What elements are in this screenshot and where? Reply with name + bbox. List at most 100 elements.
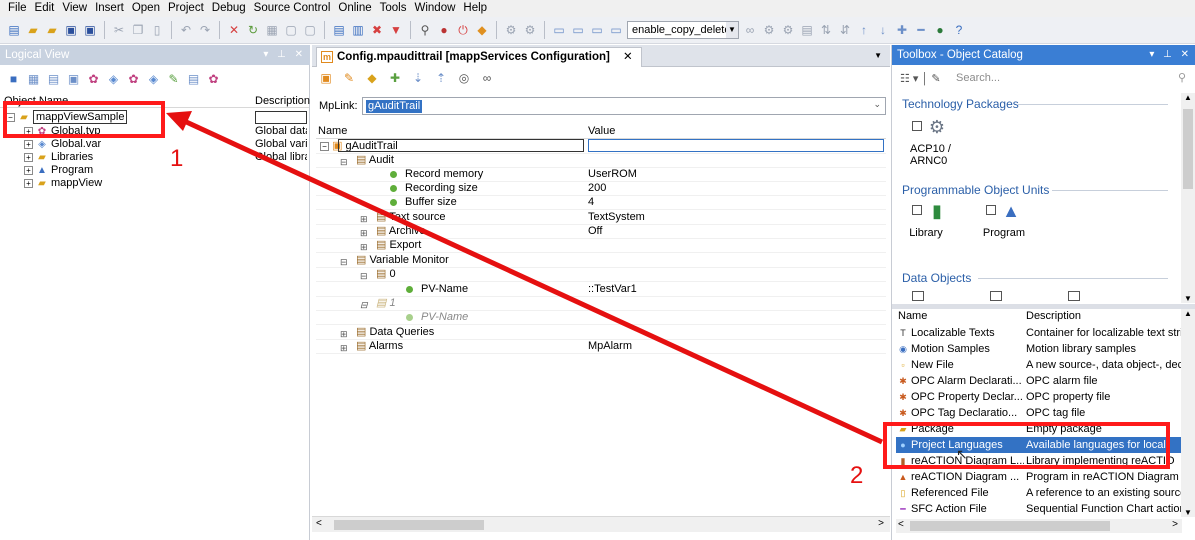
grid-row-audit[interactable]: ⊟ ▤ Audit xyxy=(316,153,886,168)
grid-row-gaudittrail[interactable]: − ▣ gAuditTrail xyxy=(316,139,886,154)
row-value[interactable]: Off xyxy=(588,224,602,238)
package-icon[interactable]: ■ xyxy=(6,71,21,86)
menu-debug[interactable]: Debug xyxy=(208,0,250,17)
link-icon[interactable]: ∞ xyxy=(479,70,495,86)
configuration-icon[interactable]: ▤ xyxy=(331,22,347,38)
window-icon[interactable]: ▭ xyxy=(551,22,567,38)
undo-icon[interactable]: ↶ xyxy=(178,22,194,38)
collapse-icon[interactable]: ⊟ xyxy=(360,298,373,310)
scroll-up-icon[interactable]: ▲ xyxy=(1184,93,1192,102)
category-data-objects[interactable]: Data Objects xyxy=(902,271,971,285)
grid-row-archive[interactable]: ⊞ ▤ Archive Off xyxy=(316,224,886,239)
arrow-down-icon[interactable]: ↓ xyxy=(875,22,891,38)
delete-icon[interactable]: ✕ xyxy=(226,22,242,38)
row-value-field[interactable] xyxy=(588,139,884,152)
scrollbar-thumb[interactable] xyxy=(910,521,1110,531)
save-icon[interactable]: ▣ xyxy=(63,22,79,38)
sort-down-icon[interactable]: ⇣ xyxy=(410,70,426,86)
copy-icon[interactable]: ❐ xyxy=(130,22,146,38)
open-project-icon[interactable]: ▰ xyxy=(44,22,60,38)
gear-icon[interactable]: ⚙ xyxy=(522,22,538,38)
new-project-icon[interactable]: ▤ xyxy=(6,22,22,38)
collapse-icon[interactable]: ⊟ xyxy=(340,155,353,167)
menu-insert[interactable]: Insert xyxy=(91,0,128,17)
datatype-icon[interactable]: ✿ xyxy=(86,71,101,86)
column-name[interactable]: Name xyxy=(898,310,927,322)
list-item-package[interactable]: ▰ Package Empty package xyxy=(896,421,1182,437)
grid-row-variable-monitor[interactable]: ⊟ ▤ Variable Monitor xyxy=(316,253,886,268)
edit-icon[interactable]: ◈ xyxy=(146,71,161,86)
checkbox[interactable] xyxy=(990,291,1002,301)
configuration-combo[interactable]: enable_copy_delete ▼ xyxy=(627,21,739,39)
collapse-icon[interactable]: ⊟ xyxy=(360,269,373,281)
globe-icon[interactable]: ● xyxy=(932,22,948,38)
scrollbar-thumb[interactable] xyxy=(334,520,484,530)
build-icon[interactable]: ▼ xyxy=(388,22,404,38)
tab-config-mpaudittrail[interactable]: m Config.mpaudittrail [mappServices Conf… xyxy=(316,47,642,67)
scroll-down-icon[interactable]: ▼ xyxy=(1184,508,1192,517)
tab-dropdown-icon[interactable]: ▼ xyxy=(874,51,882,60)
comment-icon[interactable]: ▭ xyxy=(589,22,605,38)
settings-a-icon[interactable]: ⚙ xyxy=(761,22,777,38)
grid-row-text-source[interactable]: ⊞ ▤ Text source TextSystem xyxy=(316,210,886,225)
list-item-opc-property[interactable]: ✱ OPC Property Declar... OPC property fi… xyxy=(896,389,1182,405)
tree-item-global-typ[interactable]: + ✿ Global.typ xyxy=(24,125,101,138)
category-programmable-object-units[interactable]: Programmable Object Units xyxy=(902,183,1049,197)
object-icon[interactable]: ✿ xyxy=(206,71,221,86)
redo-icon[interactable]: ↷ xyxy=(197,22,213,38)
element-icon[interactable]: ◆ xyxy=(364,70,380,86)
grid-row-alarms[interactable]: ⊞ ▤ Alarms MpAlarm xyxy=(316,339,886,354)
expand-icon[interactable]: ⊞ xyxy=(340,327,353,339)
checkbox[interactable] xyxy=(986,205,996,215)
list-item-opc-alarm[interactable]: ✱ OPC Alarm Declarati... OPC alarm file xyxy=(896,373,1182,389)
grid-row-monitor-0[interactable]: ⊟ ▤ 0 xyxy=(316,267,886,282)
grid-row-pv-name-empty[interactable]: PV-Name xyxy=(316,310,886,325)
transfer-icon[interactable]: ● xyxy=(436,22,452,38)
mapp-icon[interactable]: ▣ xyxy=(318,70,334,86)
expand-icon[interactable]: + xyxy=(24,152,33,162)
window-split-icon[interactable]: ▭ xyxy=(570,22,586,38)
structure-icon[interactable]: ▣ xyxy=(66,71,81,86)
grid-row-monitor-1[interactable]: ⊟ ▤ 1 xyxy=(316,296,886,311)
open-folder-icon[interactable]: ▰ xyxy=(25,22,41,38)
checkbox[interactable] xyxy=(912,205,922,215)
expand-icon[interactable]: + xyxy=(24,139,33,149)
expand-icon[interactable]: ⊞ xyxy=(360,212,373,224)
target-icon[interactable]: ◎ xyxy=(456,70,472,86)
menu-open[interactable]: Open xyxy=(128,0,164,17)
sort-desc-icon[interactable]: ⇵ xyxy=(837,22,853,38)
list-item-referenced-file[interactable]: ▯ Referenced File A reference to an exis… xyxy=(896,485,1182,501)
expand-icon[interactable]: + xyxy=(24,126,33,136)
category-filter-icon[interactable]: ☷ ▾ │ ✎ xyxy=(900,72,941,85)
tree-item-mappviewsample[interactable]: − ▰ mappViewSample xyxy=(6,110,128,124)
variable-icon[interactable]: ◈ xyxy=(106,71,121,86)
menu-view[interactable]: View xyxy=(58,0,91,17)
horizontal-scrollbar[interactable]: < > xyxy=(312,516,890,532)
menu-edit[interactable]: Edit xyxy=(31,0,59,17)
monitor-window-icon[interactable]: ▭ xyxy=(608,22,624,38)
catalog-item-acp10[interactable]: ⚙ ACP10 / ARNC0 xyxy=(902,115,962,167)
column-name[interactable]: Name xyxy=(318,125,347,137)
column-value[interactable]: Value xyxy=(588,125,615,137)
sort-up-icon[interactable]: ⇡ xyxy=(433,70,449,86)
grid-row-recording-size[interactable]: Recording size 200 xyxy=(316,181,886,196)
pane-controls-icon[interactable]: ▾ ⊥ ✕ xyxy=(1149,45,1192,65)
list-item-sfc-action-file[interactable]: ━ SFC Action File Sequential Function Ch… xyxy=(896,501,1182,517)
menu-source-control[interactable]: Source Control xyxy=(250,0,335,17)
list-vertical-scrollbar[interactable]: ▲ ▼ xyxy=(1181,309,1195,517)
hardware-icon[interactable]: ▥ xyxy=(350,22,366,38)
list-item-localizable-texts[interactable]: T Localizable Texts Container for locali… xyxy=(896,325,1182,341)
chevron-down-icon[interactable]: ▼ xyxy=(726,22,738,38)
expand-icon[interactable]: ⊞ xyxy=(360,240,373,252)
table-icon[interactable]: ▦ xyxy=(26,71,41,86)
library-icon[interactable]: ✿ xyxy=(126,71,141,86)
settings-b-icon[interactable]: ⚙ xyxy=(780,22,796,38)
column-object-name[interactable]: Object Name xyxy=(4,94,68,108)
insert-icon[interactable]: ✎ xyxy=(341,70,357,86)
menu-tools[interactable]: Tools xyxy=(376,0,411,17)
list-icon[interactable]: ▤ xyxy=(46,71,61,86)
search-input[interactable]: Search... xyxy=(956,72,1000,84)
grid-row-buffer-size[interactable]: Buffer size 4 xyxy=(316,195,886,210)
tree-item-mappview[interactable]: + ▰ mappView xyxy=(24,177,102,190)
catalog-vertical-scrollbar[interactable]: ▲ ▼ xyxy=(1181,93,1195,303)
